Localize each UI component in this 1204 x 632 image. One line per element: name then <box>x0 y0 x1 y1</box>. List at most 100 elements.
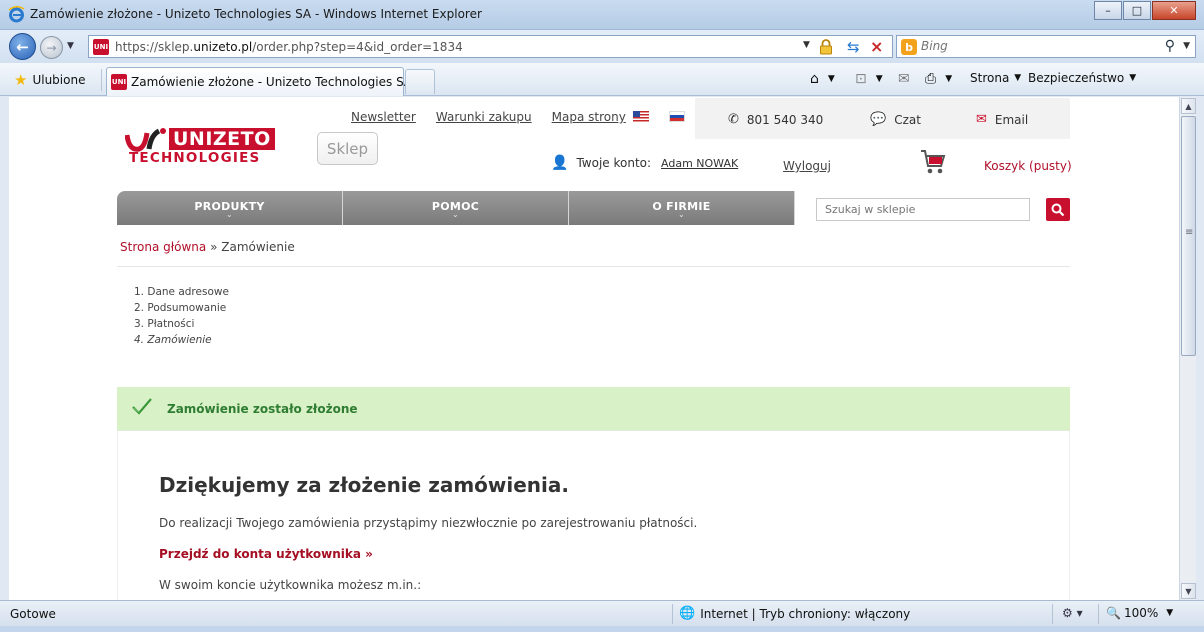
window-controls: – □ ✕ <box>1093 1 1196 20</box>
browser-search-input[interactable] <box>921 39 1151 53</box>
zoom-icon: 🔍 <box>1106 606 1121 620</box>
forward-button[interactable]: → <box>40 36 63 59</box>
sklep-button[interactable]: Sklep <box>317 132 378 165</box>
success-banner: Zamówienie zostało złożone <box>117 387 1070 431</box>
confirmation-content: Dziękujemy za złożenie zamówienia. Do re… <box>117 431 1070 600</box>
status-divider <box>672 604 673 624</box>
chevron-down-icon: ⌄ <box>451 210 459 219</box>
unizeto-logo[interactable]: UNIZETO TECHNOLOGIES <box>119 125 304 170</box>
safety-menu[interactable]: Bezpieczeństwo ▼ <box>1028 71 1136 85</box>
url-host: unizeto.pl <box>193 40 253 54</box>
address-dropdown[interactable]: ▼ <box>803 40 810 50</box>
maximize-button[interactable]: □ <box>1123 1 1151 20</box>
vertical-scrollbar[interactable]: ▲ ▼ <box>1179 97 1196 600</box>
feeds-dropdown[interactable]: ▼ <box>876 74 883 84</box>
safety-menu-label: Bezpieczeństwo <box>1028 71 1125 85</box>
logout-link[interactable]: Wyloguj <box>783 159 831 173</box>
site-favicon-icon: UNI <box>111 74 127 90</box>
home-icon: ⌂ <box>810 71 819 87</box>
chevron-down-icon: ⌄ <box>677 210 685 219</box>
chevron-down-icon: ▼ <box>1014 73 1022 83</box>
cart-link[interactable]: Koszyk (pusty) <box>984 159 1072 173</box>
print-button[interactable]: ⎙ ▼ <box>925 71 952 87</box>
bing-icon: b <box>901 39 917 55</box>
zone-text: Internet | Tryb chroniony: włączony <box>700 606 911 621</box>
checkmark-icon <box>132 398 152 415</box>
refresh-icon[interactable]: ⇆ <box>847 38 860 56</box>
nav-o-firmie[interactable]: O FIRMIE ⌄ <box>569 191 795 225</box>
page-menu[interactable]: Strona ▼ <box>970 71 1021 85</box>
sitemap-link[interactable]: Mapa strony <box>552 110 626 124</box>
search-icon <box>1051 203 1065 216</box>
contact-box: ✆ 801 540 340 💬 Czat ✉ Email <box>695 98 1070 139</box>
nav-pomoc[interactable]: POMOC ⌄ <box>343 191 569 225</box>
window-frame-bottom <box>0 626 1204 632</box>
site-favicon-icon: UNI <box>93 39 109 55</box>
feeds-button[interactable]: ⊡ ▼ <box>855 71 883 87</box>
close-button[interactable]: ✕ <box>1152 1 1196 20</box>
flag-russian-icon[interactable] <box>669 111 685 122</box>
shopping-cart-icon[interactable] <box>920 148 946 176</box>
arrow-right-icon: → <box>46 40 57 55</box>
step-item: 2. Podsumowanie <box>134 302 227 314</box>
email-label: Email <box>994 112 1029 127</box>
success-message: Zamówienie zostało złożone <box>167 402 358 416</box>
favorites-label: Ulubione <box>32 73 86 87</box>
tab-current[interactable]: UNI Zamówienie złożone - Unizeto Technol… <box>106 67 412 96</box>
account-info: 👤 Twoje konto: Adam NOWAK <box>551 155 738 171</box>
chevron-down-icon: ⌄ <box>225 210 233 219</box>
search-icon[interactable]: ⚲ <box>1165 38 1175 54</box>
site-search-input[interactable] <box>817 199 1029 220</box>
page-viewport: UNIZETO TECHNOLOGIES Sklep Newsletter Wa… <box>9 97 1179 600</box>
scroll-down-button[interactable]: ▼ <box>1181 583 1196 599</box>
payment-info-text: Do realizacji Twojego zamówienia przystą… <box>159 516 698 530</box>
toolbar-divider <box>101 69 102 91</box>
favorites-button[interactable]: ★ Ulubione <box>14 71 85 89</box>
address-field[interactable]: UNI https://sklep.unizeto.pl/order.php?s… <box>88 35 893 58</box>
site-search-button[interactable] <box>1046 198 1070 221</box>
new-tab-button[interactable] <box>405 69 435 94</box>
breadcrumb-home-link[interactable]: Strona główna <box>120 240 206 254</box>
home-dropdown[interactable]: ▼ <box>828 74 835 84</box>
rss-feed-icon: ⊡ <box>855 71 867 87</box>
terms-link[interactable]: Warunki zakupu <box>436 110 532 124</box>
scroll-up-button[interactable]: ▲ <box>1181 98 1196 114</box>
breadcrumb-separator: » <box>210 240 218 254</box>
mail-button[interactable]: ✉ <box>898 71 914 87</box>
status-divider <box>1098 604 1099 624</box>
search-provider-dropdown[interactable]: ▼ <box>1183 41 1190 51</box>
chat-contact[interactable]: 💬 Czat <box>870 112 921 127</box>
minimize-button[interactable]: – <box>1094 1 1122 20</box>
account-link[interactable]: Przejdź do konta użytkownika » <box>159 547 373 561</box>
printer-icon: ⎙ <box>925 71 937 87</box>
nav-produkty[interactable]: PRODUKTY ⌄ <box>117 191 343 225</box>
protected-mode-settings[interactable]: ⚙ ▾ <box>1062 606 1083 620</box>
zoom-control[interactable]: 🔍 100% ▼ <box>1106 606 1173 620</box>
logo-word-technologies: TECHNOLOGIES <box>129 150 261 166</box>
home-button[interactable]: ⌂ ▼ <box>810 71 835 87</box>
page-menu-label: Strona <box>970 71 1010 85</box>
phone-number: 801 540 340 <box>746 112 824 127</box>
url-text[interactable]: https://sklep.unizeto.pl/order.php?step=… <box>115 40 463 54</box>
internet-explorer-icon <box>8 6 25 23</box>
back-button[interactable]: ← <box>9 33 36 60</box>
newsletter-link[interactable]: Newsletter <box>351 110 416 124</box>
account-user-link[interactable]: Adam NOWAK <box>661 157 738 170</box>
email-contact[interactable]: ✉ Email <box>976 112 1028 127</box>
step-item-current: 4. Zamówienie <box>134 334 212 346</box>
phone-contact[interactable]: ✆ 801 540 340 <box>728 112 823 127</box>
site-search-box[interactable] <box>816 198 1030 221</box>
stop-icon[interactable]: × <box>870 37 883 56</box>
top-links: Newsletter Warunki zakupu Mapa strony <box>351 110 646 124</box>
lock-icon[interactable] <box>819 39 833 55</box>
flag-english-icon[interactable] <box>633 111 649 122</box>
security-zone[interactable]: 🌐 Internet | Tryb chroniony: włączony <box>679 606 910 621</box>
print-dropdown[interactable]: ▼ <box>945 74 952 84</box>
chevron-down-icon: ▼ <box>1166 608 1174 618</box>
main-navigation: PRODUKTY ⌄ POMOC ⌄ O FIRMIE ⌄ <box>117 191 797 225</box>
status-bar: Gotowe 🌐 Internet | Tryb chroniony: włąc… <box>0 600 1204 626</box>
phone-icon: ✆ <box>728 112 739 127</box>
scroll-thumb[interactable] <box>1181 116 1196 356</box>
browser-search-box[interactable]: b ⚲ ▼ <box>896 35 1196 58</box>
history-dropdown[interactable]: ▼ <box>67 41 74 51</box>
